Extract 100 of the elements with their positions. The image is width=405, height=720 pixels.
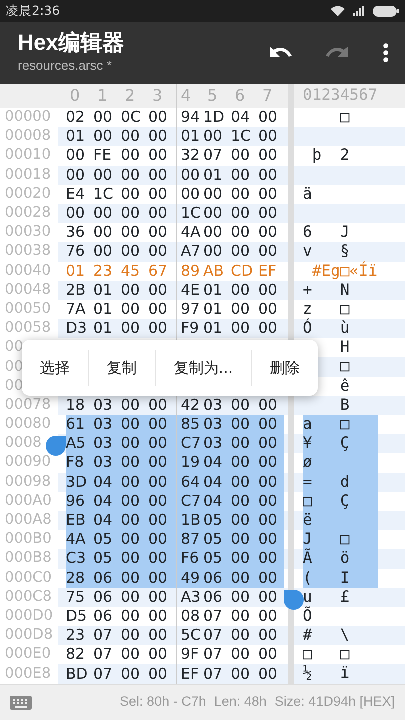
hex-byte[interactable]: 00	[258, 108, 278, 128]
hex-byte[interactable]: 00	[148, 127, 168, 146]
keyboard-icon[interactable]	[10, 696, 32, 710]
hex-byte[interactable]: 04	[204, 492, 223, 511]
hex-byte[interactable]: 00	[121, 146, 140, 166]
hex-byte[interactable]: 00	[258, 588, 278, 607]
hex-byte[interactable]: 00	[148, 184, 168, 204]
hex-byte[interactable]: F8	[66, 453, 84, 472]
hex-byte[interactable]: 00	[148, 280, 168, 300]
hex-byte[interactable]: 64	[181, 472, 200, 492]
hex-byte[interactable]: 00	[66, 204, 86, 224]
hex-byte[interactable]: 00	[231, 146, 250, 166]
hex-byte[interactable]: 23	[66, 626, 86, 646]
hex-byte[interactable]: 00	[148, 319, 168, 338]
hex-byte[interactable]: 07	[204, 146, 223, 166]
hex-byte[interactable]: 01	[181, 127, 200, 146]
hex-byte[interactable]: 00	[231, 242, 250, 262]
hex-byte[interactable]: 5C	[181, 626, 202, 646]
hex-byte[interactable]: 02	[66, 108, 86, 128]
hex-byte[interactable]: 3D	[66, 472, 88, 492]
hex-byte[interactable]: 00	[231, 434, 250, 454]
hex-byte[interactable]: 1D	[204, 108, 225, 128]
hex-byte[interactable]: 00	[204, 204, 223, 224]
hex-byte[interactable]: BD	[66, 664, 88, 684]
hex-byte[interactable]: 00	[258, 415, 278, 434]
selection-handle[interactable]	[46, 436, 66, 456]
hex-byte[interactable]: 00	[204, 223, 223, 242]
hex-byte[interactable]: 00	[148, 568, 168, 588]
hex-byte[interactable]: 00	[231, 492, 250, 511]
hex-byte[interactable]: 00	[94, 108, 113, 128]
hex-byte[interactable]: 00	[148, 204, 168, 224]
hex-byte[interactable]: 01	[204, 166, 223, 185]
hex-byte[interactable]: 00	[258, 511, 278, 530]
hex-byte[interactable]: 00	[121, 415, 140, 434]
hex-byte[interactable]: 00	[148, 396, 168, 415]
hex-byte[interactable]: 00	[231, 568, 250, 588]
hex-byte[interactable]: 04	[231, 108, 250, 128]
hex-byte[interactable]: 1B	[181, 511, 201, 530]
hex-byte[interactable]: 00	[231, 184, 250, 204]
hex-byte[interactable]: 00	[258, 166, 278, 185]
hex-byte[interactable]: 1C	[94, 184, 114, 204]
hex-byte[interactable]: 05	[204, 530, 223, 550]
hex-byte[interactable]: 4E	[181, 280, 200, 300]
hex-byte[interactable]: 03	[94, 396, 113, 415]
hex-byte[interactable]: 00	[258, 204, 278, 224]
hex-byte[interactable]: 00	[148, 606, 168, 626]
hex-byte[interactable]: 07	[204, 626, 223, 646]
hex-byte[interactable]: 00	[258, 242, 278, 262]
hex-byte[interactable]: 00	[121, 453, 140, 472]
hex-byte[interactable]: 00	[231, 511, 250, 530]
hex-byte[interactable]: 03	[94, 453, 113, 472]
hex-byte[interactable]: 00	[121, 223, 140, 242]
hex-byte[interactable]: 01	[204, 280, 223, 300]
hex-byte[interactable]: 01	[66, 127, 86, 146]
hex-byte[interactable]: 00	[231, 549, 250, 568]
hex-byte[interactable]: 49	[181, 568, 200, 588]
hex-byte[interactable]: 00	[148, 664, 168, 684]
hex-byte[interactable]: 00	[181, 184, 200, 204]
hex-byte[interactable]: EF	[181, 664, 200, 684]
hex-byte[interactable]: 06	[204, 568, 223, 588]
hex-byte[interactable]: 00	[94, 223, 113, 242]
hex-byte[interactable]: 00	[258, 492, 278, 511]
hex-byte[interactable]: 01	[94, 300, 113, 319]
hex-byte[interactable]: 07	[94, 664, 113, 684]
hex-byte[interactable]: 03	[204, 396, 223, 415]
hex-byte[interactable]: 01	[204, 319, 223, 338]
hex-byte[interactable]: 03	[204, 434, 223, 454]
hex-byte[interactable]: 00	[258, 146, 278, 166]
hex-byte[interactable]: 07	[204, 645, 223, 664]
hex-byte[interactable]: 4A	[66, 530, 86, 550]
hex-byte[interactable]: 00	[121, 242, 140, 262]
hex-byte[interactable]: 85	[181, 415, 200, 434]
hex-byte[interactable]: 01	[204, 300, 223, 319]
hex-byte[interactable]: 00	[121, 300, 140, 319]
hex-byte[interactable]: 9F	[181, 645, 200, 664]
hex-byte[interactable]: 04	[204, 453, 223, 472]
hex-byte[interactable]: D3	[66, 319, 88, 338]
hex-byte[interactable]: 00	[94, 242, 113, 262]
hex-byte[interactable]: 07	[204, 606, 223, 626]
hex-byte[interactable]: 00	[66, 166, 86, 185]
hex-byte[interactable]: 00	[148, 242, 168, 262]
hex-byte[interactable]: E4	[66, 184, 86, 204]
hex-byte[interactable]: 0C	[121, 108, 142, 128]
hex-byte[interactable]: 00	[258, 223, 278, 242]
hex-byte[interactable]: 00	[258, 396, 278, 415]
hex-byte[interactable]: 00	[204, 127, 223, 146]
hex-byte[interactable]: 04	[94, 492, 113, 511]
hex-byte[interactable]: 00	[121, 588, 140, 607]
hex-byte[interactable]: 42	[181, 396, 200, 415]
hex-byte[interactable]: 00	[231, 588, 250, 607]
hex-byte[interactable]: 00	[258, 453, 278, 472]
hex-byte[interactable]: 00	[231, 606, 250, 626]
hex-byte[interactable]: 00	[231, 300, 250, 319]
hex-byte[interactable]: EB	[66, 511, 86, 530]
hex-byte[interactable]: 00	[258, 530, 278, 550]
hex-byte[interactable]: 00	[148, 472, 168, 492]
hex-byte[interactable]: 00	[258, 434, 278, 454]
hex-byte[interactable]: A3	[181, 588, 201, 607]
hex-byte[interactable]: A7	[181, 242, 201, 262]
menu-item[interactable]: 选择	[22, 350, 88, 386]
